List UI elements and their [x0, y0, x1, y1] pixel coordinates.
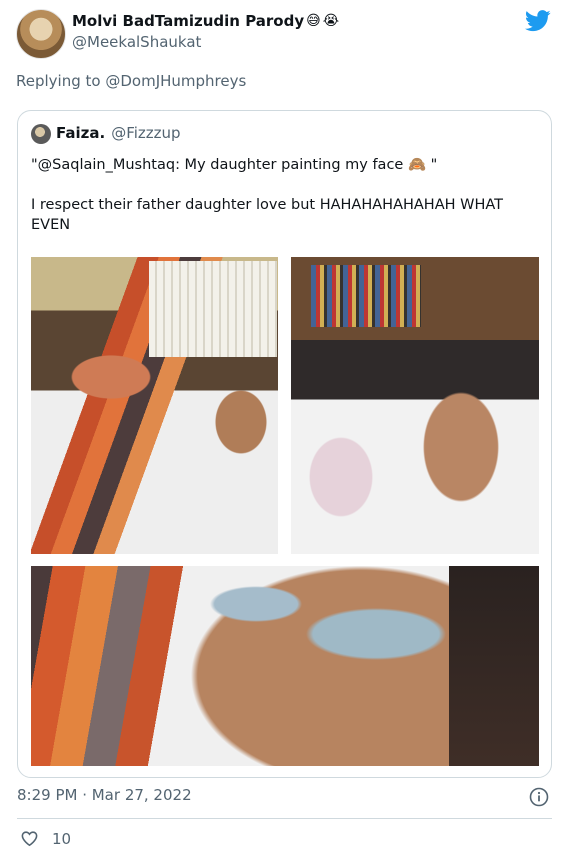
quoted-author-handle: @Fizzzup [111, 124, 181, 142]
divider [17, 818, 552, 819]
author-avatar[interactable] [16, 9, 66, 59]
photo-bookshelf-detail [311, 265, 421, 327]
tweet-photo-2[interactable] [291, 257, 539, 554]
tweet-photo-1[interactable] [31, 257, 278, 554]
like-count: 10 [52, 829, 72, 848]
heart-icon[interactable] [20, 829, 39, 848]
author-emoji-2: 😭 [322, 13, 340, 29]
tweet-author: Molvi BadTamizudin Parody 😅 😭 @MeekalSha… [72, 12, 339, 51]
like-action[interactable]: 10 [20, 829, 71, 848]
quoted-text-line1: "@Saqlain_Mushtaq: My daughter painting … [31, 157, 438, 173]
quoted-tweet[interactable]: Faiza. @Fizzzup "@Saqlain_Mushtaq: My da… [17, 110, 552, 778]
author-name-row[interactable]: Molvi BadTamizudin Parody 😅 😭 [72, 12, 339, 30]
replying-to: Replying to @DomJHumphreys [16, 72, 246, 90]
photo-radiator-detail [149, 261, 277, 357]
author-emoji-1: 😅 [306, 13, 321, 29]
quoted-author-name: Faiza. [56, 124, 106, 142]
tweet-timestamp[interactable]: 8:29 PM · Mar 27, 2022 [17, 786, 192, 804]
tweet-photo-3[interactable] [31, 566, 539, 766]
reply-prefix: Replying to [16, 72, 101, 90]
quoted-tweet-text: "@Saqlain_Mushtaq: My daughter painting … [31, 155, 536, 255]
quoted-author-avatar [31, 124, 51, 144]
photo-hair-detail [449, 566, 539, 766]
info-icon[interactable] [529, 787, 549, 807]
twitter-bird-icon[interactable] [525, 10, 551, 32]
quoted-text-line2: I respect their father daughter love but… [31, 197, 504, 233]
quoted-author: Faiza. @Fizzzup [56, 124, 181, 142]
author-name: Molvi BadTamizudin Parody [72, 12, 305, 30]
reply-to-handle[interactable]: @DomJHumphreys [105, 72, 246, 90]
author-handle[interactable]: @MeekalShaukat [72, 33, 339, 51]
